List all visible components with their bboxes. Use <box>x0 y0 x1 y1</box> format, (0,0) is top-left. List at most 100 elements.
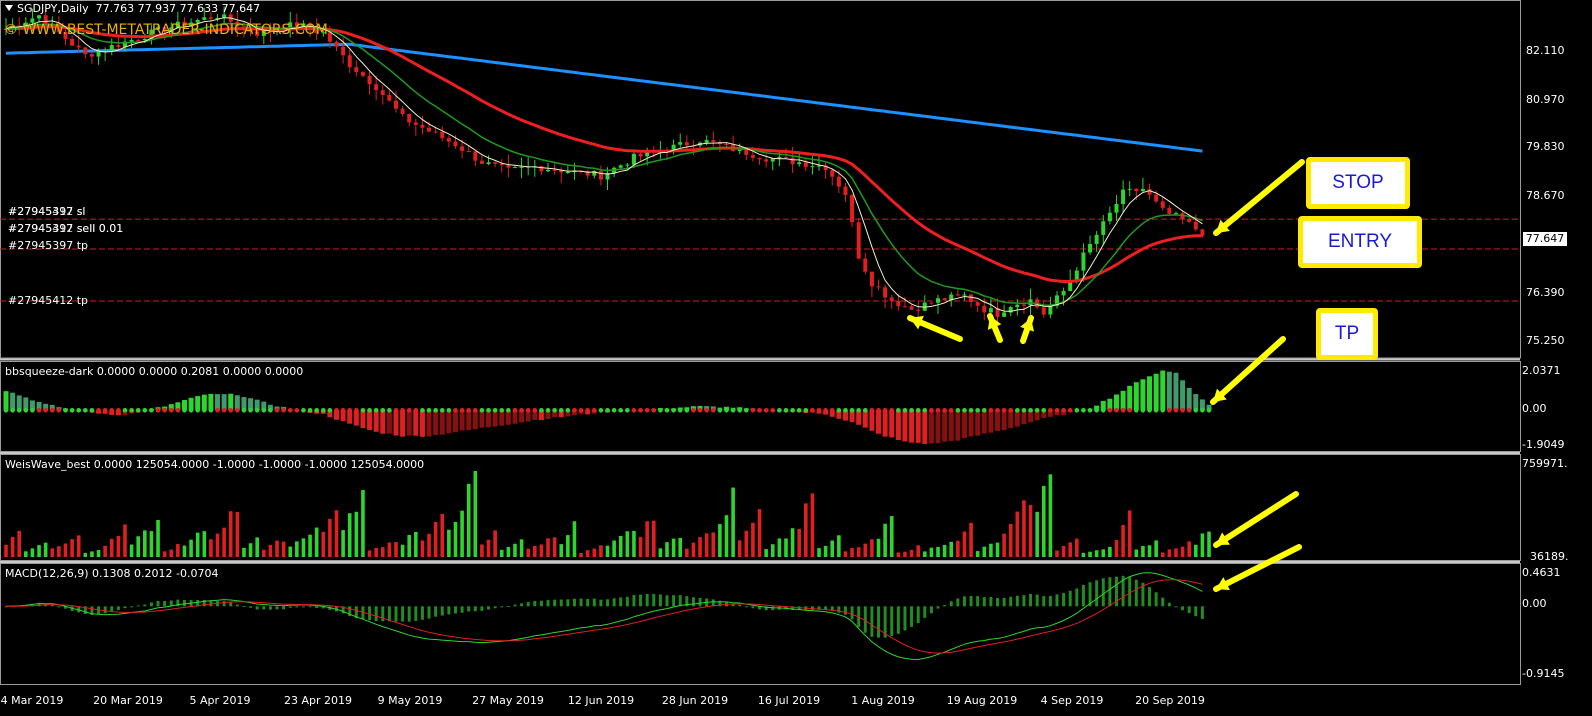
weiswave-bar <box>618 535 623 557</box>
stop-arrow <box>1213 159 1305 236</box>
macd-histogram-bar <box>632 595 636 607</box>
candle-body <box>750 155 755 158</box>
x-tick-label: 4 Mar 2019 <box>0 694 64 707</box>
weiswave-bar <box>1114 540 1119 557</box>
macd-histogram-bar <box>500 606 504 608</box>
bbsqueeze-bar <box>1153 373 1159 411</box>
candle-body <box>76 45 81 48</box>
x-tick-label: 20 Sep 2019 <box>1135 694 1205 707</box>
bbsqueeze-bar <box>472 410 478 430</box>
x-tick-label: 19 Aug 2019 <box>946 694 1018 707</box>
squeeze-dot <box>208 408 214 413</box>
weiswave-bar <box>969 522 973 557</box>
weiswave-bar <box>691 542 696 557</box>
squeeze-dot <box>770 408 776 413</box>
candle-body <box>969 294 974 303</box>
weiswave-bar <box>328 518 332 557</box>
macd-histogram-bar <box>506 605 510 607</box>
weiswave-bar <box>1048 474 1053 557</box>
weiswave-bar <box>599 545 603 557</box>
weiswave-bar <box>1200 533 1205 557</box>
squeeze-dot <box>525 408 531 413</box>
macd-histogram-bar <box>222 601 226 607</box>
x-tick-label: 28 Jun 2019 <box>661 694 729 707</box>
squeeze-dot <box>671 408 676 413</box>
macd-histogram-bar <box>103 606 107 614</box>
candle-body <box>962 294 967 296</box>
squeeze-dot <box>1015 408 1020 413</box>
squeeze-dot <box>777 408 782 413</box>
macd-histogram-bar <box>698 597 702 607</box>
macd-histogram-bar <box>579 598 583 607</box>
bbsqueeze-bar <box>466 410 472 431</box>
bbsqueeze-bar <box>452 410 458 433</box>
macd-histogram-bar <box>956 598 960 607</box>
candle-body <box>982 305 987 313</box>
macd-histogram-bar <box>493 606 497 609</box>
macd-histogram-bar <box>143 604 147 607</box>
macd-histogram-bar <box>962 596 966 607</box>
bbsqueeze-bar <box>10 392 16 411</box>
weiswave-bar <box>797 528 801 557</box>
ohlc-values: 77.763 77.937 77.633 77.647 <box>95 2 261 15</box>
weiswave-bar <box>678 537 683 557</box>
squeeze-dot <box>625 408 630 413</box>
squeeze-dot <box>354 408 359 413</box>
weiswave-bar <box>1187 541 1191 557</box>
squeeze-dot <box>268 408 273 413</box>
squeeze-dot <box>591 408 597 413</box>
squeeze-dot <box>558 408 564 413</box>
bbsqueeze-bar <box>961 410 967 439</box>
weiswave-bar <box>275 540 279 557</box>
candle-body <box>552 169 557 171</box>
macd-histogram-bar <box>976 596 980 607</box>
candle-body <box>1121 189 1126 205</box>
bbsqueeze-bar <box>367 410 373 431</box>
candle-body <box>473 151 478 161</box>
macd-histogram-bar <box>1075 588 1079 607</box>
weiswave-bar <box>856 547 861 557</box>
candle-body <box>1015 304 1020 308</box>
candle-body <box>916 309 921 311</box>
bbsqueeze-bar <box>373 410 379 432</box>
squeeze-dot <box>149 408 154 413</box>
symbol-dropdown-icon[interactable] <box>5 5 13 11</box>
bbsqueeze-bar <box>413 410 419 436</box>
current-price-box: 77.647 <box>1523 232 1567 246</box>
weiswave-bar <box>903 551 907 557</box>
weiswave-bar <box>182 545 187 557</box>
weiswave-bar <box>1094 550 1099 557</box>
weiswave-bar <box>870 539 874 557</box>
macd-histogram-bar <box>645 593 649 607</box>
weiswave-bar <box>546 538 550 557</box>
macd-histogram-bar <box>533 600 537 607</box>
weiswave-bar <box>533 545 537 557</box>
squeeze-dot <box>36 408 42 413</box>
weiswave-bar <box>268 544 273 557</box>
squeeze-dot <box>981 408 987 413</box>
squeeze-dot <box>968 408 974 413</box>
candle-body <box>208 17 213 19</box>
bbsqueeze-tick: -1.9049 <box>1522 438 1565 451</box>
candle-body <box>869 271 874 287</box>
squeeze-dot <box>796 408 802 413</box>
weiswave-bar <box>1035 511 1039 557</box>
squeeze-dot <box>195 408 200 413</box>
candle-body <box>136 39 141 41</box>
squeeze-dot <box>697 408 703 413</box>
squeeze-dot <box>254 408 260 413</box>
weiswave-bar <box>116 535 121 557</box>
squeeze-dot <box>519 408 524 413</box>
weiswave-bar <box>109 538 114 557</box>
candle-body <box>354 67 359 73</box>
squeeze-dot <box>307 408 313 413</box>
macd-histogram-bar <box>467 606 471 612</box>
macd-histogram-bar <box>612 598 616 607</box>
bbsqueeze-bar <box>876 410 882 434</box>
macd-histogram-bar <box>308 606 312 608</box>
squeeze-dot <box>281 408 286 413</box>
bbsqueeze-bar <box>439 410 445 435</box>
weiswave-bar <box>347 513 352 557</box>
order-label-tp: #27945412 tp <box>8 294 88 307</box>
macd-histogram-bar <box>282 606 286 610</box>
